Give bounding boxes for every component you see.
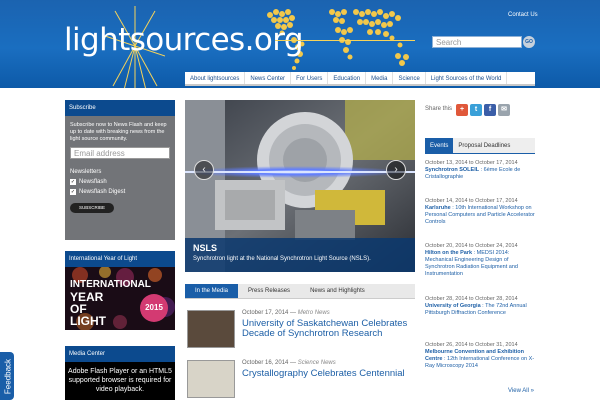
search-button[interactable]: GO [523,36,535,48]
news-source: Science News [297,360,336,366]
nav-item-light-sources[interactable]: Light Sources of the World [426,72,508,84]
slider-next-button[interactable]: › [386,160,406,180]
subscribe-title: Subscribe [65,100,175,116]
nav-item-news-center[interactable]: News Center [245,72,292,84]
news-title-link[interactable]: Crystallography Celebrates Centennial [242,369,412,379]
feedback-tab[interactable]: Feedback [0,352,14,400]
slide-title: NSLS [193,243,218,253]
option-label: Newsflash [79,179,107,185]
facebook-icon[interactable]: f [484,104,496,116]
event-item: October 20, 2014 to October 24, 2014 Hil… [425,243,535,278]
events-tabs: Events Proposal Deadlines [425,138,535,154]
nav-item-media[interactable]: Media [366,72,394,84]
news-title-link[interactable]: University of Saskatchewan Celebrates De… [242,319,412,339]
event-text[interactable]: Synchrotron SOLEIL : 6ème Ecole de Crist… [425,167,535,181]
event-name[interactable]: Hilton on the Park [425,250,472,256]
event-date: October 26, 2014 to October 31, 2014 [425,342,518,348]
nav-item-about[interactable]: About lightsources [185,72,246,84]
news-tabs: In the Media Press Releases News and Hig… [185,284,415,299]
google-plus-icon[interactable]: + [456,104,468,116]
event-date: October 14, 2014 to October 17, 2014 [425,198,518,204]
feedback-label: Feedback [3,358,13,395]
logo-underline [275,40,415,41]
event-date: October 20, 2014 to October 24, 2014 [425,243,518,249]
subscribe-description: Subscribe now to News Flash and keep up … [70,122,167,142]
event-text[interactable]: Hilton on the Park : MEDSI 2014: Mechani… [425,250,535,278]
main-nav: About lightsources News Center For Users… [185,72,535,86]
slide-text: Synchrotron light at the National Synchr… [193,256,371,262]
tab-in-the-media[interactable]: In the Media [185,284,239,298]
event-date: October 28, 2014 to October 28, 2014 [425,296,518,302]
media-center-title: Media Center [65,346,175,362]
email-icon[interactable]: ✉ [498,104,510,116]
subscribe-button[interactable]: SUBSCRIBE [70,203,114,213]
iyl-banner[interactable]: INTERNATIONAL YEAR OF LIGHT 2015 [65,267,175,330]
twitter-icon[interactable]: t [470,104,482,116]
tab-proposal-deadlines[interactable]: Proposal Deadlines [453,138,515,153]
site-logo[interactable]: lightsources.org [64,22,304,58]
iyl-year-badge: 2015 [140,294,168,322]
news-item: October 17, 2014 — Metro News University… [185,310,415,352]
news-thumbnail[interactable] [187,310,235,348]
nav-item-education[interactable]: Education [328,72,367,84]
email-field[interactable]: Email address [70,147,170,159]
option-label: Newsflash Digest [79,189,126,195]
event-item: October 28, 2014 to October 28, 2014 Uni… [425,296,535,317]
news-date: October 17, 2014 — Metro News [242,310,330,316]
nav-item-for-users[interactable]: For Users [291,72,329,84]
news-source: Metro News [297,310,330,316]
event-item: October 26, 2014 to October 31, 2014 Mel… [425,342,535,370]
tab-events[interactable]: Events [425,138,454,153]
share-label: Share this [425,106,453,112]
event-item: October 14, 2014 to October 17, 2014 Kar… [425,198,535,226]
video-player[interactable]: Adobe Flash Player or an HTML5 supported… [65,362,175,400]
slide-caption: NSLS Synchrotron light at the National S… [185,238,415,272]
slider-prev-button[interactable]: ‹ [194,160,214,180]
newsletter-option[interactable]: ✓ Newsflash Digest [65,187,175,197]
checkbox-newsflash-digest[interactable]: ✓ [70,189,76,195]
tab-press-releases[interactable]: Press Releases [238,284,300,298]
event-item: October 13, 2014 to October 17, 2014 Syn… [425,160,535,181]
event-name[interactable]: Synchrotron SOLEIL [425,167,479,173]
nav-item-science[interactable]: Science [393,72,426,84]
event-text[interactable]: Karlsruhe : 10th International Workshop … [425,205,535,226]
iyl-text: INTERNATIONAL YEAR OF LIGHT [70,279,151,327]
contact-us-link[interactable]: Contact Us [508,12,538,18]
newsletter-option[interactable]: ✓ Newsflash [65,177,175,187]
event-name[interactable]: Karlsruhe [425,205,451,211]
tab-news-highlights[interactable]: News and Highlights [300,284,375,298]
subscribe-panel: Subscribe Subscribe now to News Flash an… [65,100,175,240]
iyl-line: LIGHT [70,314,106,328]
news-item: October 16, 2014 — Science News Crystall… [185,360,415,400]
event-text[interactable]: University of Georgia : The 72nd Annual … [425,303,535,317]
news-thumbnail[interactable] [187,360,235,398]
news-date-text: October 17, 2014 [242,310,289,316]
iyl-title: International Year of Light [65,251,175,267]
checkbox-newsflash[interactable]: ✓ [70,179,76,185]
event-desc: : 12th International Conference on X-Ray… [425,356,535,369]
newsletters-label: Newsletters [70,169,102,175]
view-all-link[interactable]: View All » [508,388,534,394]
event-name[interactable]: University of Georgia [425,303,481,309]
news-date: October 16, 2014 — Science News [242,360,336,366]
event-date: October 13, 2014 to October 17, 2014 [425,160,518,166]
search-input[interactable]: Search [432,36,522,48]
event-text[interactable]: Melbourne Convention and Exhibition Cent… [425,349,535,370]
news-date-text: October 16, 2014 [242,360,289,366]
